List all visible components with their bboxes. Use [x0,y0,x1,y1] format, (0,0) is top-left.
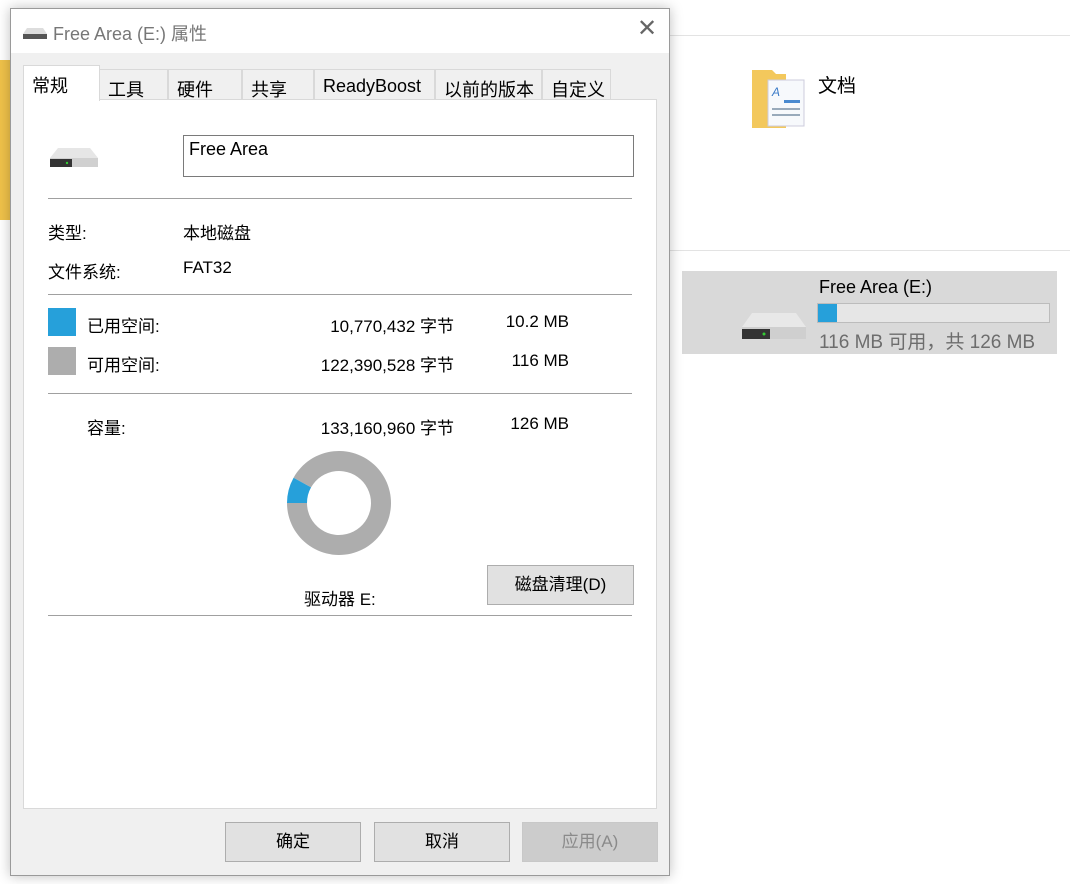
title-bar[interactable]: Free Area (E:) 属性 ✕ [11,9,669,53]
used-space-swatch [48,308,76,336]
divider [48,615,632,616]
filesystem-value: FAT32 [183,258,232,278]
documents-folder-icon[interactable]: A [750,66,810,130]
filesystem-label: 文件系统: [48,258,121,283]
type-value: 本地磁盘 [183,219,251,244]
ok-button[interactable]: 确定 [225,822,361,862]
free-space-bytes: 122,390,528 字节 [254,351,454,376]
dialog-title: Free Area (E:) 属性 [53,20,207,46]
free-space-label: 可用空间: [87,351,160,376]
background-folder-edge [0,60,10,220]
tab-readyboost[interactable]: ReadyBoost [314,69,435,100]
type-label: 类型: [48,219,87,244]
close-button[interactable]: ✕ [633,15,661,43]
used-space-label: 已用空间: [87,312,160,337]
capacity-label: 容量: [87,414,126,439]
tab-previous-versions[interactable]: 以前的版本 [435,69,542,100]
free-space-size: 116 MB [464,351,569,371]
documents-folder-label[interactable]: 文档 [818,71,856,98]
tab-tools[interactable]: 工具 [99,69,168,100]
drive-usage-bar [817,303,1050,323]
capacity-size: 126 MB [464,414,569,434]
apply-button[interactable]: 应用(A) [522,822,658,862]
tab-sharing[interactable]: 共享 [242,69,314,100]
free-space-swatch [48,347,76,375]
properties-dialog: Free Area (E:) 属性 ✕ 常规 工具 硬件 共享 ReadyBoo… [10,8,670,876]
svg-text:A: A [771,85,780,99]
tab-customize[interactable]: 自定义 [542,69,611,100]
tab-general[interactable]: 常规 [23,65,100,101]
divider [48,294,632,295]
drive-status: 116 MB 可用，共 126 MB [819,327,1035,354]
drive-usage-fill [818,304,837,322]
used-space-bytes: 10,770,432 字节 [254,312,454,337]
drive-e-item[interactable]: Free Area (E:) 116 MB 可用，共 126 MB [682,271,1057,354]
divider [48,198,632,199]
divider [670,35,1070,36]
drive-letter-label: 驱动器 E: [304,585,376,610]
divider [48,393,632,394]
volume-label-input[interactable] [183,135,634,177]
tab-hardware[interactable]: 硬件 [168,69,242,100]
divider [670,250,1070,251]
used-space-size: 10.2 MB [464,312,569,332]
capacity-bytes: 133,160,960 字节 [254,414,454,439]
disk-cleanup-button[interactable]: 磁盘清理(D) [487,565,634,605]
drive-icon [742,309,806,343]
general-panel: 类型: 本地磁盘 文件系统: FAT32 已用空间: 10,770,432 字节… [23,99,657,809]
drive-icon [50,146,98,170]
usage-donut-chart [286,450,392,556]
close-icon: ✕ [637,15,657,42]
cancel-button[interactable]: 取消 [374,822,510,862]
drive-icon [23,25,47,39]
drive-name: Free Area (E:) [819,277,932,298]
